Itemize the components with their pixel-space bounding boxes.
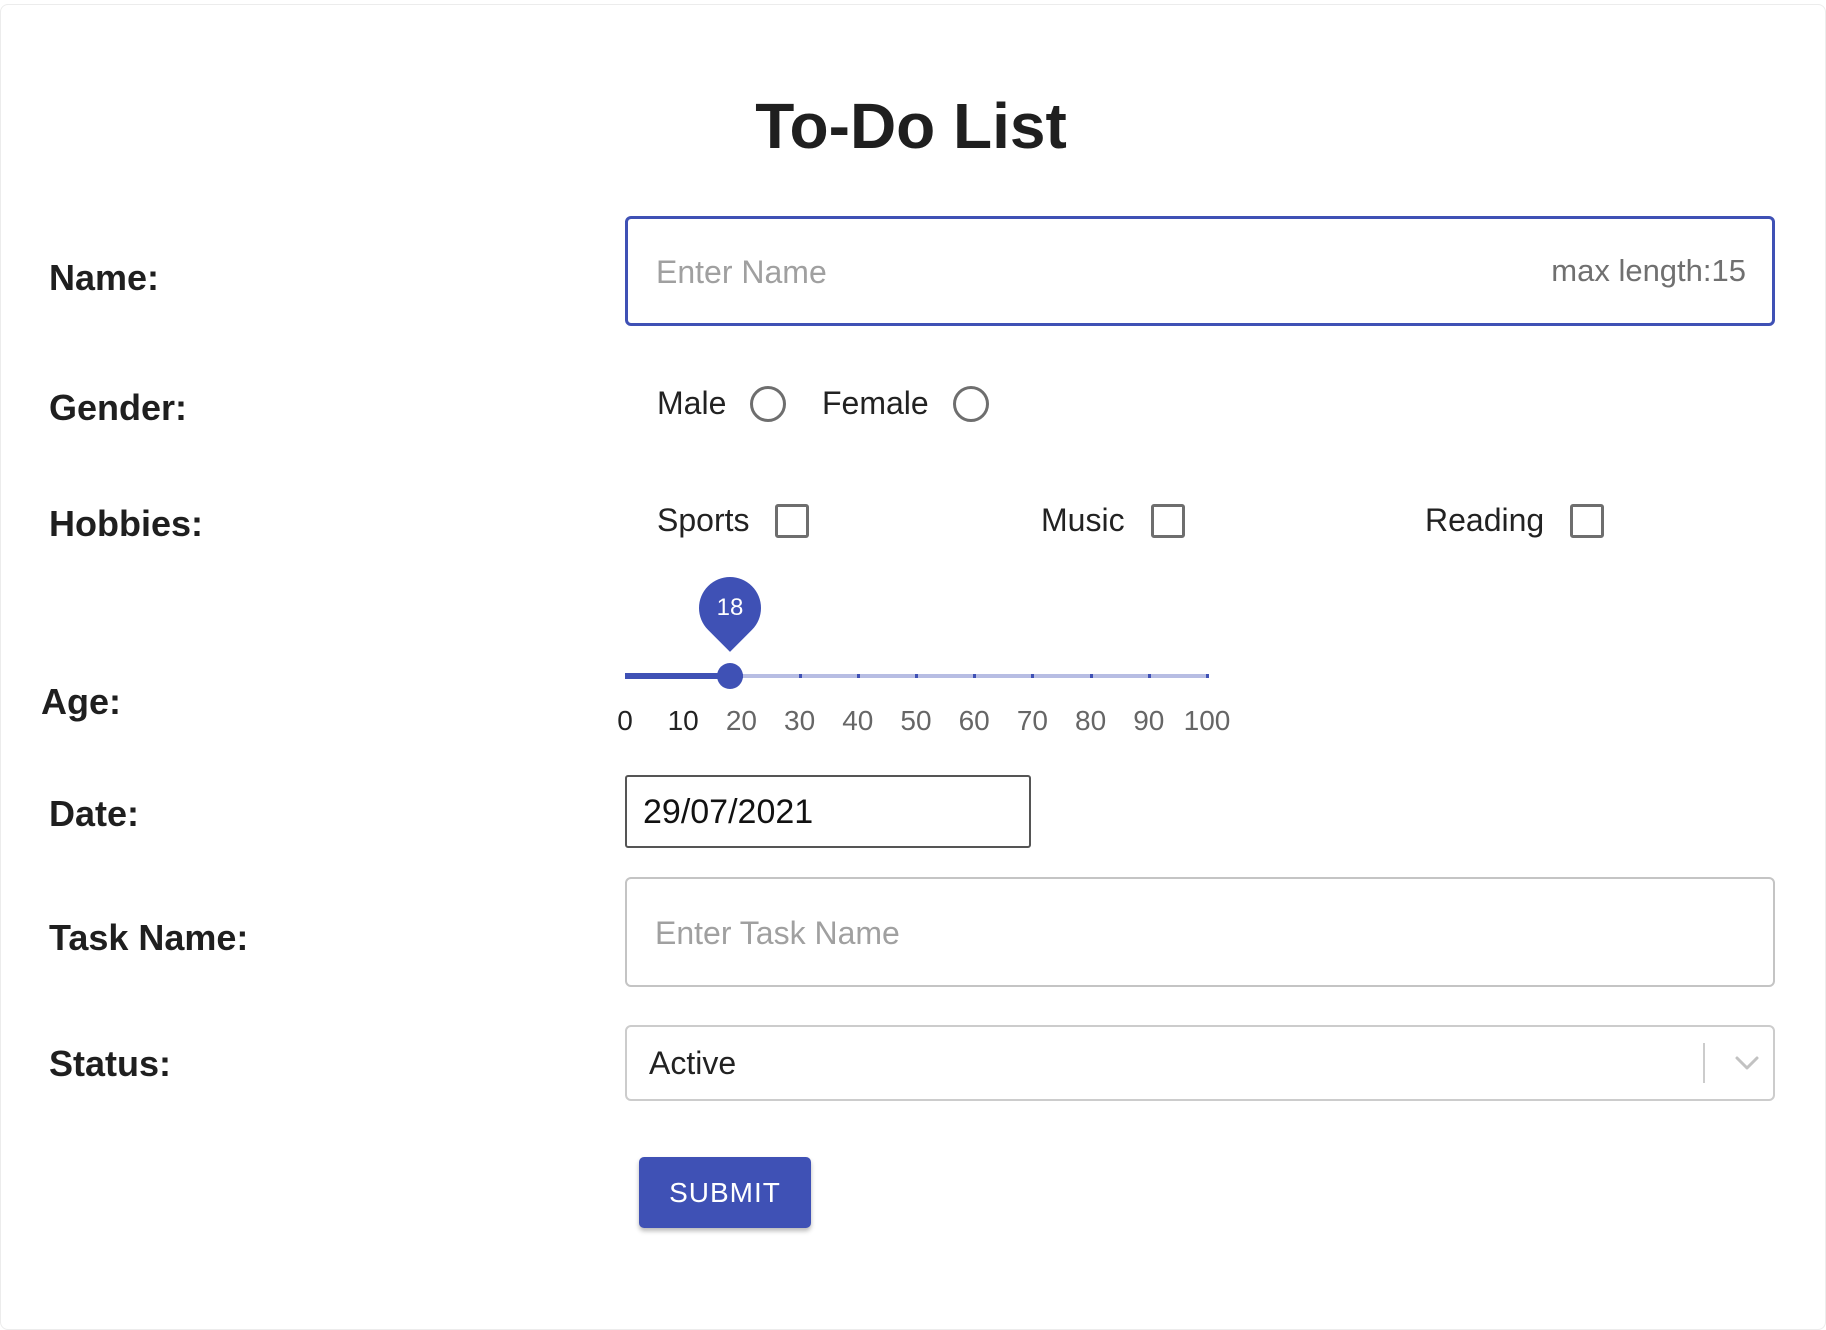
date-field[interactable] [625,775,1031,848]
age-slider-mark-label: 20 [725,705,757,736]
hobbies-label: Hobbies: [49,503,204,544]
age-value-bubble: 18 [685,564,774,652]
age-slider-tick [856,674,860,678]
age-slider-mark-label: 50 [900,705,932,736]
age-slider-mark-label: 70 [1016,705,1048,736]
age-slider-tick [1147,674,1151,678]
submit-button[interactable]: SUBMIT [639,1157,811,1228]
date-label: Date: [49,793,140,834]
age-slider-mark-label: 0 [617,705,633,736]
hobby-music-label: Music [1041,502,1125,538]
chevron-down-icon[interactable] [1727,1027,1767,1099]
age-slider-mark-label: 40 [842,705,874,736]
age-slider-thumb[interactable] [716,663,743,689]
age-slider-mark-label: 90 [1133,705,1165,736]
age-slider-mark-label: 80 [1075,705,1107,736]
name-field[interactable]: max length:15 [625,216,1775,326]
age-slider-tick [973,674,977,678]
age-slider-mark-label: 100 [1183,705,1231,736]
gender-label: Gender: [49,387,188,428]
name-label: Name: [49,257,160,298]
age-value-label: 18 [716,594,744,621]
gender-male-label: Male [657,385,727,421]
age-slider-mark-label: 30 [784,705,816,736]
age-slider-tick [1206,674,1209,678]
form-card: To-Do List Name: max length:15 Gender: M… [0,4,1826,1330]
status-select-separator [1703,1043,1705,1083]
gender-male-radio[interactable] [750,385,787,422]
hobby-sports-label: Sports [657,502,750,538]
status-select[interactable]: Active [625,1025,1775,1101]
hobby-sports-checkbox[interactable] [775,503,810,538]
name-input[interactable] [654,219,1418,325]
task-name-input[interactable] [653,879,1417,987]
task-name-label: Task Name: [49,917,249,958]
hobby-reading-checkbox[interactable] [1570,503,1605,538]
task-name-field[interactable] [625,877,1775,987]
age-slider-mark-label: 60 [958,705,990,736]
age-slider-tick [1031,674,1035,678]
age-slider-mark-label: 10 [667,705,699,736]
status-selected-value: Active [649,1044,737,1081]
hobby-music-checkbox[interactable] [1150,503,1185,538]
age-slider-tick [682,674,686,678]
age-slider-tick [798,674,802,678]
page-title: To-Do List [755,90,1067,162]
hobby-option-music[interactable]: Music [1041,502,1185,539]
hobby-reading-label: Reading [1425,502,1545,538]
age-slider-tick [1089,674,1093,678]
date-input[interactable] [641,777,1025,848]
hobby-option-reading[interactable]: Reading [1425,502,1605,539]
status-label: Status: [49,1043,172,1084]
age-slider-track [625,673,730,679]
age-slider-tick [915,674,918,678]
gender-female-radio[interactable] [952,385,989,422]
age-label: Age: [41,681,121,722]
hobby-option-sports[interactable]: Sports [657,502,810,539]
gender-option-female[interactable]: Female [822,385,989,422]
gender-option-male[interactable]: Male [657,385,787,422]
gender-female-label: Female [822,385,929,421]
name-max-length-hint: max length:15 [1551,253,1746,288]
